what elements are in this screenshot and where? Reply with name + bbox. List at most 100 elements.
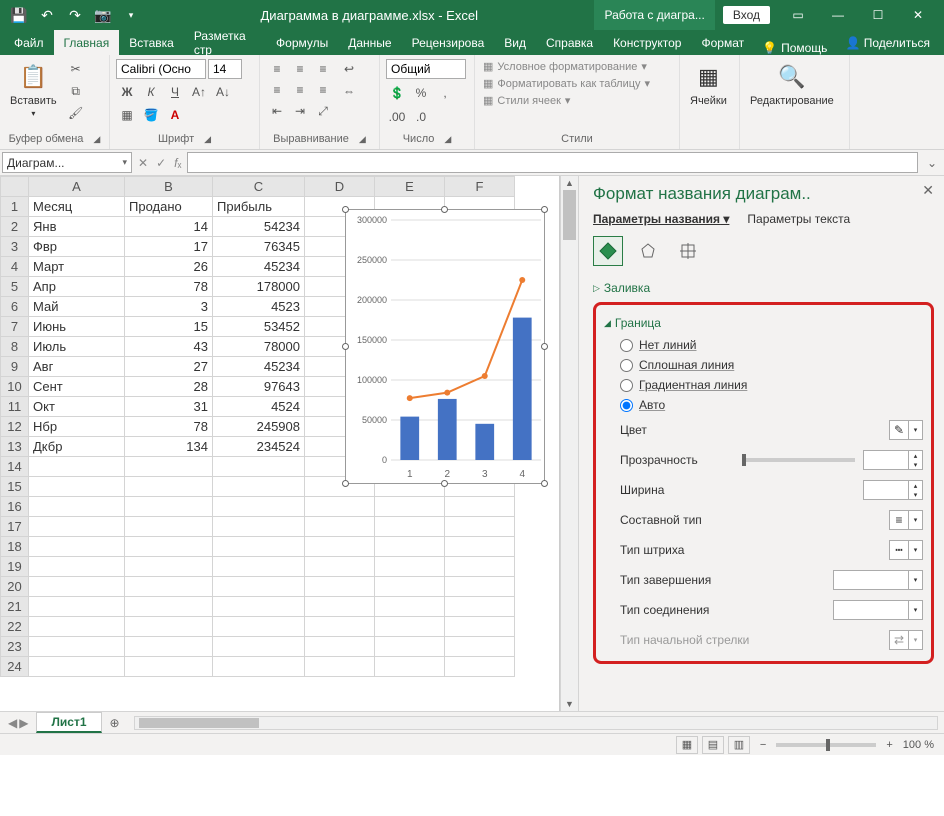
cell-E18[interactable] <box>375 537 445 557</box>
paste-button[interactable]: 📋Вставить▾ <box>6 59 61 120</box>
align-top-icon[interactable]: ≡ <box>266 59 288 79</box>
cell-C19[interactable] <box>213 557 305 577</box>
radio-gradient-line-label[interactable]: Градиентная линия <box>639 378 747 392</box>
cell-D23[interactable] <box>305 637 375 657</box>
chart-handle-icon[interactable] <box>441 206 448 213</box>
chart-plot-area[interactable]: 0500001000001500002000002500003000001234 <box>346 210 544 483</box>
align-center-icon[interactable]: ≡ <box>289 80 311 100</box>
cell-A17[interactable] <box>29 517 125 537</box>
cell-E16[interactable] <box>375 497 445 517</box>
align-bottom-icon[interactable]: ≡ <box>312 59 334 79</box>
cell-B18[interactable] <box>125 537 213 557</box>
cell-F17[interactable] <box>445 517 515 537</box>
cell-A15[interactable] <box>29 477 125 497</box>
underline-icon[interactable]: Ч <box>164 82 186 102</box>
orientation-icon[interactable]: ⤢ <box>312 101 334 121</box>
sheet-nav-prev-icon[interactable]: ◀ <box>8 716 17 730</box>
scroll-down-icon[interactable]: ▼ <box>561 697 578 711</box>
cell-B15[interactable] <box>125 477 213 497</box>
cell-E23[interactable] <box>375 637 445 657</box>
cell-E22[interactable] <box>375 617 445 637</box>
cell-B22[interactable] <box>125 617 213 637</box>
radio-solid-line[interactable] <box>620 359 633 372</box>
begin-arrow-select[interactable]: ⇄▾ <box>889 630 923 650</box>
decrease-font-icon[interactable]: A↓ <box>212 82 234 102</box>
cell-C18[interactable] <box>213 537 305 557</box>
cell-A21[interactable] <box>29 597 125 617</box>
cell-F19[interactable] <box>445 557 515 577</box>
cell-B14[interactable] <box>125 457 213 477</box>
increase-indent-icon[interactable]: ⇥ <box>289 101 311 121</box>
cell-C5[interactable]: 178000 <box>213 277 305 297</box>
sign-in-button[interactable]: Вход <box>723 6 770 24</box>
align-right-icon[interactable]: ≡ <box>312 80 334 100</box>
cell-B9[interactable]: 27 <box>125 357 213 377</box>
align-left-icon[interactable]: ≡ <box>266 80 288 100</box>
cell-B23[interactable] <box>125 637 213 657</box>
pane-subtab-options[interactable]: Параметры названия ▾ <box>593 212 729 226</box>
share-button[interactable]: 👤 Поделиться <box>835 30 940 55</box>
chart-handle-icon[interactable] <box>541 206 548 213</box>
conditional-formatting-button[interactable]: ▦ Условное форматирование ▾ <box>481 59 652 74</box>
cell-A18[interactable] <box>29 537 125 557</box>
cell-E24[interactable] <box>375 657 445 677</box>
cell-A20[interactable] <box>29 577 125 597</box>
cell-C1[interactable]: Прибыль <box>213 197 305 217</box>
tab-data[interactable]: Данные <box>338 30 401 55</box>
cell-D24[interactable] <box>305 657 375 677</box>
transparency-slider[interactable] <box>742 458 856 462</box>
zoom-in-icon[interactable]: + <box>886 739 892 751</box>
cell-A16[interactable] <box>29 497 125 517</box>
cell-E21[interactable] <box>375 597 445 617</box>
cell-E19[interactable] <box>375 557 445 577</box>
tab-file[interactable]: Файл <box>4 30 54 55</box>
cell-F16[interactable] <box>445 497 515 517</box>
cap-type-select[interactable]: ▾ <box>833 570 923 590</box>
tab-formulas[interactable]: Формулы <box>266 30 338 55</box>
borders-icon[interactable]: ▦ <box>116 105 138 125</box>
chart-handle-icon[interactable] <box>342 343 349 350</box>
cell-C23[interactable] <box>213 637 305 657</box>
pane-subtab-text[interactable]: Параметры текста <box>747 212 850 226</box>
cell-B16[interactable] <box>125 497 213 517</box>
decrease-decimal-icon[interactable]: .0 <box>410 107 432 127</box>
cell-D18[interactable] <box>305 537 375 557</box>
cell-F18[interactable] <box>445 537 515 557</box>
cell-A2[interactable]: Янв <box>29 217 125 237</box>
cell-B2[interactable]: 14 <box>125 217 213 237</box>
cell-C8[interactable]: 78000 <box>213 337 305 357</box>
cell-F21[interactable] <box>445 597 515 617</box>
cell-A3[interactable]: Фвр <box>29 237 125 257</box>
vertical-scrollbar[interactable]: ▲ ▼ <box>560 176 578 711</box>
cell-C13[interactable]: 234524 <box>213 437 305 457</box>
format-painter-icon[interactable]: 🖌 <box>65 103 87 123</box>
qat-customize-icon[interactable]: ▾ <box>118 2 144 28</box>
tell-me-search[interactable]: 💡Помощь <box>754 41 835 55</box>
align-middle-icon[interactable]: ≡ <box>289 59 311 79</box>
number-dialog-launcher-icon[interactable]: ◢ <box>444 134 451 145</box>
close-icon[interactable]: ✕ <box>898 0 938 30</box>
cell-A24[interactable] <box>29 657 125 677</box>
cell-C7[interactable]: 53452 <box>213 317 305 337</box>
cell-E17[interactable] <box>375 517 445 537</box>
clipboard-dialog-launcher-icon[interactable]: ◢ <box>93 134 100 145</box>
cell-B4[interactable]: 26 <box>125 257 213 277</box>
cell-C16[interactable] <box>213 497 305 517</box>
transparency-input[interactable]: ▴▾ <box>863 450 923 470</box>
cell-A8[interactable]: Июль <box>29 337 125 357</box>
radio-auto[interactable] <box>620 399 633 412</box>
sheet-tab-1[interactable]: Лист1 <box>36 712 101 733</box>
cell-B17[interactable] <box>125 517 213 537</box>
fill-section-header[interactable]: Заливка <box>593 276 934 300</box>
compound-type-select[interactable]: ≡▾ <box>889 510 923 530</box>
wrap-text-icon[interactable]: ↩ <box>338 59 360 79</box>
dash-type-select[interactable]: ┅▾ <box>889 540 923 560</box>
cell-C2[interactable]: 54234 <box>213 217 305 237</box>
cell-C22[interactable] <box>213 617 305 637</box>
font-color-icon[interactable]: A <box>164 105 186 125</box>
currency-icon[interactable]: 💲 <box>386 83 408 103</box>
comma-icon[interactable]: , <box>434 83 456 103</box>
sheet-nav-next-icon[interactable]: ▶ <box>19 716 28 730</box>
scroll-thumb[interactable] <box>563 190 576 240</box>
cell-C21[interactable] <box>213 597 305 617</box>
